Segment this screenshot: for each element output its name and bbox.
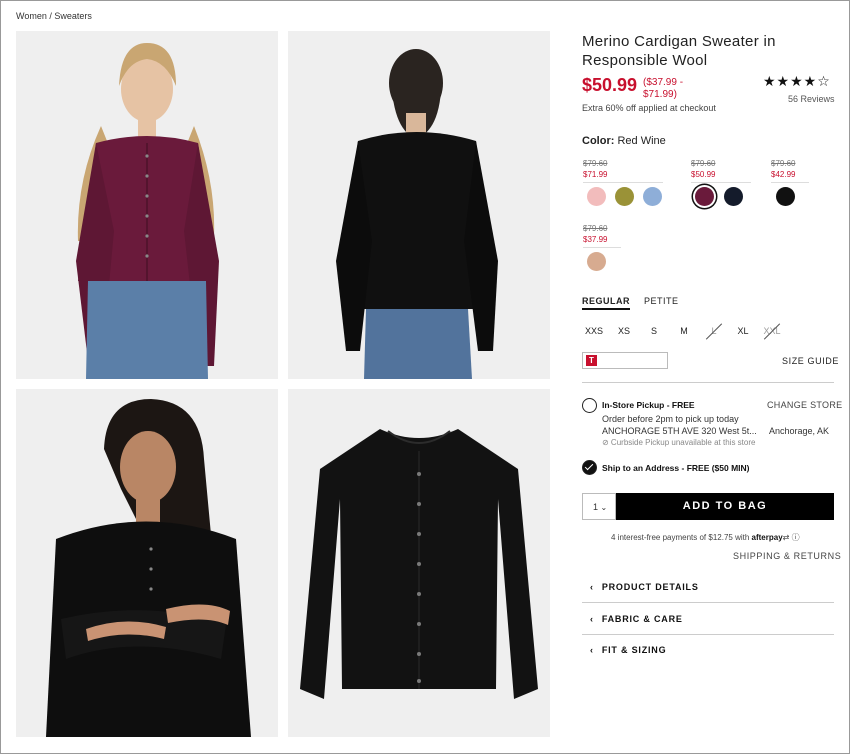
tab-petite[interactable]: PETITE <box>644 296 679 306</box>
swatch-olive[interactable] <box>615 187 634 206</box>
price-range: ($37.99 - $71.99) <box>643 77 684 100</box>
afterpay-info: 4 interest-free payments of $12.75 with … <box>611 533 800 542</box>
tab-regular[interactable]: REGULAR <box>582 296 630 310</box>
model-black-cardigan-back-image <box>288 31 550 379</box>
ship-radio[interactable] <box>582 460 597 475</box>
chevron-left-icon: ‹ <box>590 614 594 624</box>
accordion-fit-sizing[interactable]: ‹ FIT & SIZING <box>590 645 666 655</box>
afterpay-logo: afterpay <box>751 533 783 542</box>
price-group: $79.60 $42.99 <box>771 158 809 183</box>
sale-price: $50.99 <box>582 75 638 95</box>
star-rating-icon[interactable]: ★★★★☆ <box>763 73 831 90</box>
brand-t-icon: T <box>586 355 597 366</box>
swatch-pink[interactable] <box>587 187 606 206</box>
add-to-bag-button[interactable]: ADD TO BAG <box>616 493 834 520</box>
quantity-select[interactable]: 1 ⌄ <box>582 493 616 520</box>
info-icon[interactable]: ⓘ <box>792 533 800 542</box>
black-cardigan-flat-lay-image <box>288 389 550 737</box>
pickup-store-city: Anchorage, AK <box>769 426 830 436</box>
reviews-link[interactable]: 56 Reviews <box>788 94 835 104</box>
color-label: Color: Red Wine <box>582 135 666 147</box>
price-group: $79.60 $71.99 <box>583 158 663 183</box>
product-image-back[interactable] <box>288 31 550 379</box>
price-group: $79.60 $50.99 <box>691 158 751 183</box>
size-xl[interactable]: XL <box>731 326 755 336</box>
product-title: Merino Cardigan Sweater in Responsible W… <box>582 33 776 69</box>
breadcrumb[interactable]: Women / Sweaters <box>16 11 92 21</box>
model-wine-cardigan-image <box>16 31 278 379</box>
size-guide-link[interactable]: SIZE GUIDE <box>782 356 839 366</box>
pickup-cutoff: Order before 2pm to pick up today <box>602 414 739 424</box>
shipping-returns-link[interactable]: SHIPPING & RETURNS <box>733 551 841 561</box>
brand-tag-box: T <box>582 352 668 369</box>
size-s[interactable]: S <box>642 326 666 336</box>
swatch-camel[interactable] <box>587 252 606 271</box>
divider <box>582 382 834 383</box>
price-group: $79.60 $37.99 <box>583 223 621 248</box>
chevron-left-icon: ‹ <box>590 582 594 592</box>
change-store-link[interactable]: CHANGE STORE <box>767 400 842 410</box>
accordion-fabric-care[interactable]: ‹ FABRIC & CARE <box>590 614 683 624</box>
selected-color-name: Red Wine <box>617 135 666 147</box>
ship-title: Ship to an Address - FREE ($50 MIN) <box>602 463 750 473</box>
swatch-black[interactable] <box>776 187 795 206</box>
product-image-flat[interactable] <box>288 389 550 737</box>
afterpay-logo-icon: ⇄ <box>782 533 790 542</box>
size-m[interactable]: M <box>672 326 696 336</box>
swatch-red-wine[interactable] <box>695 187 714 206</box>
accordion-product-details[interactable]: ‹ PRODUCT DETAILS <box>590 582 699 592</box>
pickup-title: In-Store Pickup - FREE <box>602 400 695 410</box>
curbside-notice: ⊘ Curbside Pickup unavailable at this st… <box>602 438 756 447</box>
pickup-store-address: ANCHORAGE 5TH AVE 320 West 5t... <box>602 426 757 436</box>
divider <box>582 602 834 603</box>
promo-text: Extra 60% off applied at checkout <box>582 103 716 113</box>
size-xs[interactable]: XS <box>612 326 636 336</box>
model-black-cardigan-arms-crossed-image <box>16 389 278 737</box>
size-xxs[interactable]: XXS <box>582 326 606 336</box>
swatch-light-blue[interactable] <box>643 187 662 206</box>
chevron-down-icon: ⌄ <box>600 503 608 512</box>
divider <box>582 634 834 635</box>
pickup-radio[interactable] <box>582 398 597 413</box>
chevron-left-icon: ‹ <box>590 645 594 655</box>
product-image-front[interactable] <box>16 31 278 379</box>
swatch-navy[interactable] <box>724 187 743 206</box>
product-image-model-closeup[interactable] <box>16 389 278 737</box>
